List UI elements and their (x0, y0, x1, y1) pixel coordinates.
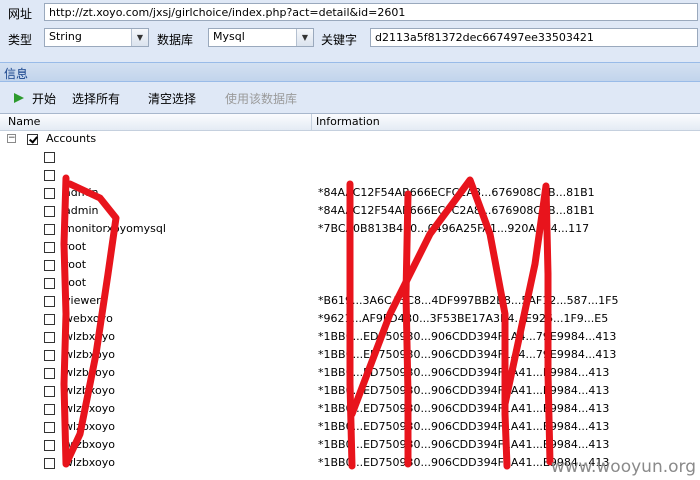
tree-row[interactable]: monitorxoyomysql *7BCA0B813B4E0...0496A25… (0, 221, 700, 239)
options-row: 类型 String ▼ 数据库 Mysql ▼ 关键字 d2113a5f8137… (0, 26, 700, 50)
row-checkbox[interactable] (44, 422, 55, 433)
accounts-tree-grid: Name Information − Accounts admin *84AAC1… (0, 113, 700, 480)
db-select[interactable]: Mysql ▼ (208, 28, 314, 47)
tree-row[interactable]: wlzbxoyo *1BB0...ED750930...906CDD394F1A4… (0, 365, 700, 383)
account-information: *B619...3A6CA3C8...4DF997BB2B8...5AF12..… (318, 294, 619, 307)
column-header-name[interactable]: Name (8, 115, 40, 128)
toolbar: 开始 选择所有 清空选择 使用该数据库 (0, 85, 700, 111)
tree-row[interactable] (0, 149, 700, 167)
account-information: *1BB0...ED750930...906CDD394F1A4...79E99… (318, 348, 617, 361)
use-database-button[interactable]: 使用该数据库 (225, 90, 297, 107)
watermark: www.wooyun.org (550, 457, 696, 477)
row-checkbox[interactable] (44, 458, 55, 469)
account-information: *84AAC12F54AB666ECFC2A8...676908C8B...81… (318, 204, 595, 217)
row-checkbox[interactable] (44, 152, 55, 163)
account-name: wlzbxoyo (64, 348, 115, 361)
row-checkbox[interactable] (44, 224, 55, 235)
row-checkbox[interactable] (44, 332, 55, 343)
account-name: wlzbxoyo (64, 330, 115, 343)
account-information: *1BB0...ED750930...906CDD394F1A41...E998… (318, 438, 610, 451)
account-name: admin (64, 204, 99, 217)
account-name: root (64, 276, 87, 289)
account-name: monitorxoyomysql (64, 222, 166, 235)
account-name: root (64, 240, 87, 253)
row-checkbox[interactable] (44, 296, 55, 307)
tree-root-label: Accounts (46, 132, 97, 145)
tree-root-row[interactable]: − Accounts (0, 131, 700, 149)
type-label: 类型 (8, 33, 33, 47)
row-checkbox[interactable] (44, 368, 55, 379)
column-header-information[interactable]: Information (316, 115, 380, 128)
tree-row[interactable]: wlzbxoyo *1BB0...ED750930...906CDD394F1A4… (0, 401, 700, 419)
account-information: *1BB0...ED750930...906CDD394F1A41...E998… (318, 366, 610, 379)
clear-selection-button[interactable]: 清空选择 (148, 90, 196, 107)
url-label: 网址 (8, 7, 33, 21)
account-information: *1BB0...ED750930...906CDD394F1A41...E998… (318, 402, 610, 415)
select-all-button[interactable]: 选择所有 (72, 90, 120, 107)
row-checkbox[interactable] (44, 404, 55, 415)
row-checkbox[interactable] (44, 206, 55, 217)
keyword-label: 关键字 (321, 33, 358, 47)
play-icon[interactable] (14, 93, 24, 103)
type-select[interactable]: String ▼ (44, 28, 149, 47)
tree-row[interactable]: wlzbxoyo *1BB0...ED750930...906CDD394F1A4… (0, 437, 700, 455)
account-information: *7BCA0B813B4E0...0496A25FA1...920A1C4...… (318, 222, 590, 235)
account-name: admin (64, 186, 99, 199)
row-checkbox[interactable] (44, 242, 55, 253)
account-name: viewer (64, 294, 101, 307)
tree-row[interactable]: root (0, 239, 700, 257)
row-checkbox[interactable] (44, 350, 55, 361)
row-checkbox[interactable] (44, 314, 55, 325)
tree-row[interactable]: admin *84AAC12F54AB666ECFC2A8...676908C8B… (0, 203, 700, 221)
db-select-value: Mysql (213, 30, 245, 43)
row-checkbox[interactable] (44, 170, 55, 181)
collapse-icon[interactable]: − (7, 134, 16, 143)
chevron-down-icon[interactable]: ▼ (131, 29, 148, 46)
account-name: webxoyo (64, 312, 113, 325)
account-information: *1BB0...ED750930...906CDD394F1A4...79E99… (318, 330, 617, 343)
account-name: wlzbxoyo (64, 402, 115, 415)
info-section-header: 信息 (0, 62, 700, 82)
account-name: wlzbxoyo (64, 384, 115, 397)
tree-row[interactable]: wlzbxoyo *1BB0...ED750930...906CDD394F1A4… (0, 329, 700, 347)
tree-row[interactable]: admin *84AAC12F54AB666ECFC2A8...676908C8B… (0, 185, 700, 203)
tree-row[interactable]: webxoyo *9621...AF9FD4B0...3F53BE17A3B4..… (0, 311, 700, 329)
account-name: root (64, 258, 87, 271)
row-checkbox[interactable] (44, 440, 55, 451)
column-divider[interactable] (311, 114, 312, 130)
account-information: *9621...AF9FD4B0...3F53BE17A3B4...E926..… (318, 312, 609, 325)
chevron-down-icon[interactable]: ▼ (296, 29, 313, 46)
keyword-input[interactable]: d2113a5f81372dec667497ee33503421 (370, 28, 698, 47)
account-name: wlzbxoyo (64, 456, 115, 469)
row-checkbox[interactable] (44, 260, 55, 271)
account-name: wlzbxoyo (64, 438, 115, 451)
url-input[interactable]: http://zt.xoyo.com/jxsj/girlchoice/index… (44, 3, 698, 21)
tree-row[interactable]: wlzbxoyo *1BB0...ED750930...906CDD394F1A4… (0, 347, 700, 365)
section-title: 信息 (4, 67, 29, 81)
account-information: *1BB0...ED750930...906CDD394F1A41...E998… (318, 420, 610, 433)
tree-row[interactable]: root (0, 257, 700, 275)
account-information: *1BB0...ED750930...906CDD394F1A41...E998… (318, 384, 610, 397)
account-name: wlzbxoyo (64, 420, 115, 433)
grid-header: Name Information (0, 114, 700, 131)
type-select-value: String (49, 30, 82, 43)
account-information: *84AAC12F54AB666ECFC2A8...676908C8B...81… (318, 186, 595, 199)
account-name: wlzbxoyo (64, 366, 115, 379)
db-label: 数据库 (157, 33, 194, 47)
row-checkbox[interactable] (44, 386, 55, 397)
tree-row[interactable]: wlzbxoyo *1BB0...ED750930...906CDD394F1A4… (0, 383, 700, 401)
tree-row[interactable] (0, 167, 700, 185)
tree-row[interactable]: viewer *B619...3A6CA3C8...4DF997BB2B8...5… (0, 293, 700, 311)
url-row: 网址 http://zt.xoyo.com/jxsj/girlchoice/in… (0, 0, 700, 24)
start-button[interactable]: 开始 (32, 90, 56, 107)
tree-row[interactable]: wlzbxoyo *1BB0...ED750930...906CDD394F1A4… (0, 419, 700, 437)
row-checkbox[interactable] (44, 278, 55, 289)
accounts-checkbox[interactable] (27, 134, 38, 145)
row-checkbox[interactable] (44, 188, 55, 199)
tree-row[interactable]: root (0, 275, 700, 293)
